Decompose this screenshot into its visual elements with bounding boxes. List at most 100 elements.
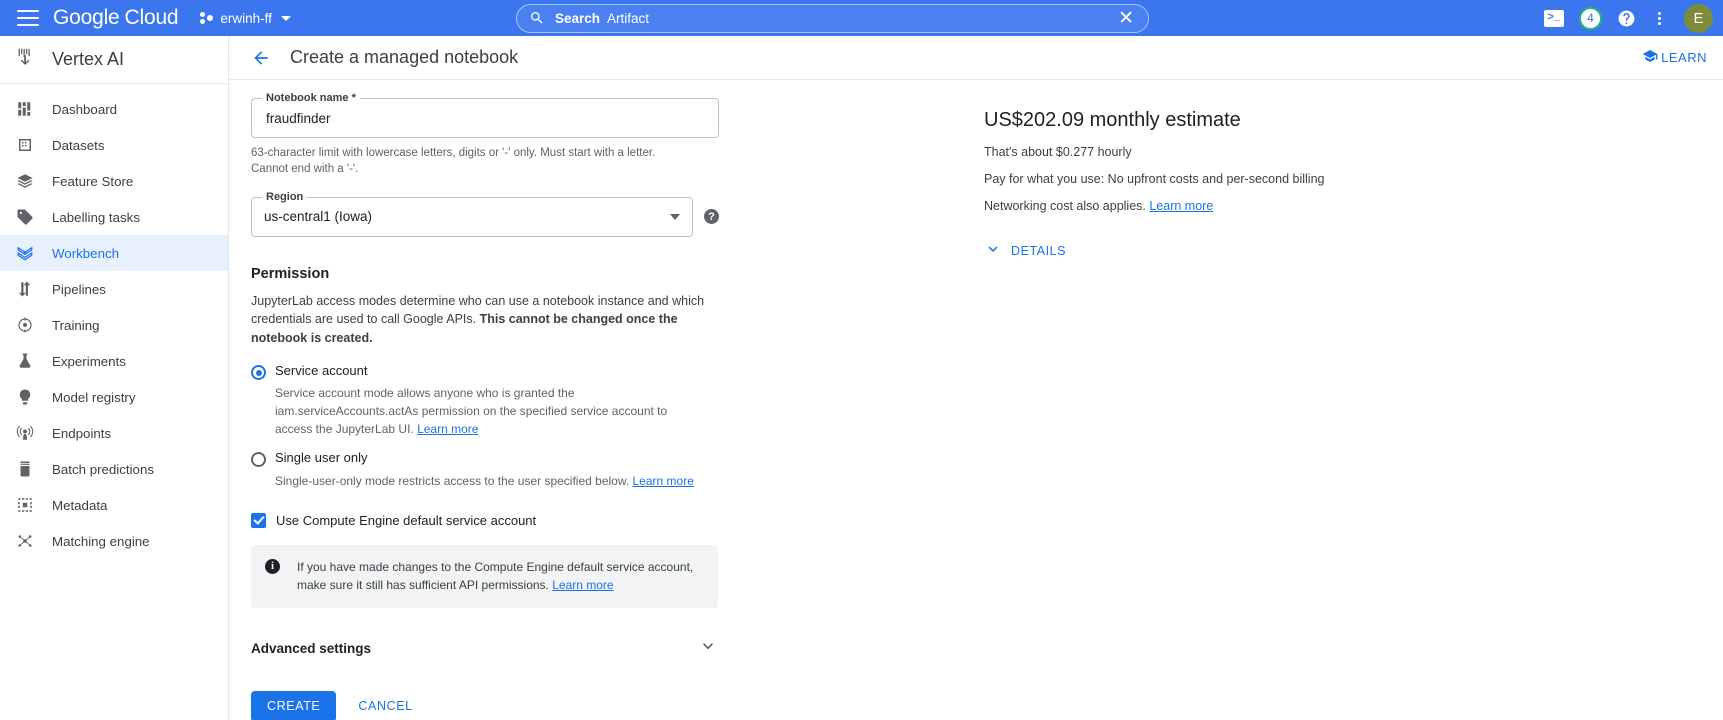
- sidebar-item-endpoints[interactable]: Endpoints: [0, 415, 228, 451]
- checkbox-label: Use Compute Engine default service accou…: [276, 513, 536, 528]
- radio-desc-single-user-only: Single-user-only mode restricts access t…: [275, 472, 707, 490]
- default-service-account-checkbox-row[interactable]: Use Compute Engine default service accou…: [251, 513, 719, 528]
- notebook-name-helper-text: 63-character limit with lowercase letter…: [251, 145, 691, 178]
- sidebar-item-feature-store[interactable]: Feature Store: [0, 163, 228, 199]
- cost-estimate-panel: US$202.09 monthly estimate That's about …: [719, 98, 1723, 720]
- top-bar-actions: >_ 4 E: [1544, 4, 1713, 33]
- project-name: erwinh-ff: [220, 11, 272, 26]
- sidebar-item-label: Matching engine: [52, 534, 150, 549]
- learn-more-link[interactable]: Learn more: [417, 422, 478, 436]
- terminal-icon[interactable]: >_: [1544, 10, 1564, 27]
- sidebar-item-matching-engine[interactable]: Matching engine: [0, 523, 228, 559]
- training-icon: [14, 316, 36, 334]
- chevron-down-icon: [670, 214, 680, 220]
- product-title: Vertex AI: [52, 49, 124, 70]
- sidebar-item-labelling-tasks[interactable]: Labelling tasks: [0, 199, 228, 235]
- radio-service-account[interactable]: [251, 365, 266, 380]
- app-shell: Vertex AI Dashboard Datasets Feature Sto…: [0, 36, 1723, 720]
- create-button[interactable]: CREATE: [251, 691, 336, 720]
- search-input[interactable]: Search Artifact: [555, 11, 1116, 26]
- search-query: Artifact: [607, 11, 649, 26]
- chevron-down-icon: [698, 636, 718, 661]
- project-icon: [200, 12, 214, 25]
- estimate-networking-line: Networking cost also applies. Learn more: [984, 199, 1723, 213]
- hamburger-menu-icon[interactable]: [17, 10, 39, 26]
- endpoints-icon: [14, 424, 36, 442]
- chevron-down-icon: [984, 240, 1002, 261]
- close-icon[interactable]: ✕: [1116, 9, 1136, 28]
- notebook-name-label: Notebook name *: [262, 92, 360, 104]
- learn-button[interactable]: LEARN: [1642, 48, 1707, 67]
- info-icon: i: [265, 559, 280, 574]
- notifications-badge[interactable]: 4: [1579, 7, 1602, 30]
- sidebar-item-model-registry[interactable]: Model registry: [0, 379, 228, 415]
- region-value: us-central1 (Iowa): [264, 209, 662, 224]
- page-header: Create a managed notebook LEARN: [229, 36, 1723, 80]
- more-vert-icon[interactable]: [1651, 12, 1667, 25]
- sidebar-item-batch-predictions[interactable]: Batch predictions: [0, 451, 228, 487]
- project-selector[interactable]: erwinh-ff: [200, 11, 291, 26]
- search-label: Search: [555, 11, 600, 26]
- estimate-title: US$202.09 monthly estimate: [984, 109, 1723, 132]
- permission-option-service-account[interactable]: Service account Service account mode all…: [251, 364, 719, 438]
- radio-desc-service-account: Service account mode allows anyone who i…: [275, 384, 707, 438]
- matching-engine-icon: [14, 532, 36, 550]
- permission-description: JupyterLab access modes determine who ca…: [251, 292, 709, 348]
- flask-icon: [14, 352, 36, 370]
- global-search-bar[interactable]: Search Artifact ✕: [516, 4, 1149, 33]
- vertex-ai-icon: [14, 46, 36, 73]
- sidebar-item-workbench[interactable]: Workbench: [0, 235, 228, 271]
- arrow-back-icon[interactable]: [251, 48, 271, 68]
- logo-google-text: Google: [53, 6, 120, 30]
- advanced-settings-toggle[interactable]: Advanced settings: [251, 636, 718, 661]
- permission-option-single-user[interactable]: Single user only Single-user-only mode r…: [251, 451, 719, 489]
- cancel-button[interactable]: CANCEL: [348, 691, 422, 720]
- metadata-icon: [14, 496, 36, 514]
- learn-more-link[interactable]: Learn more: [633, 474, 694, 488]
- terminal-glyph: >_: [1547, 13, 1560, 24]
- help-icon[interactable]: [1617, 9, 1636, 28]
- permission-heading: Permission: [251, 266, 719, 282]
- checkbox-use-default-service-account[interactable]: [251, 513, 266, 528]
- sidebar: Vertex AI Dashboard Datasets Feature Sto…: [0, 36, 229, 720]
- radio-label-service-account: Service account: [275, 364, 719, 378]
- sidebar-item-label: Training: [52, 318, 100, 333]
- notebook-form: Notebook name * 63-character limit with …: [229, 98, 719, 720]
- region-row: Region us-central1 (Iowa) ?: [251, 197, 719, 237]
- avatar[interactable]: E: [1684, 4, 1713, 33]
- form-actions: CREATE CANCEL: [251, 691, 719, 720]
- region-help-icon[interactable]: ?: [704, 209, 719, 224]
- sidebar-item-label: Endpoints: [52, 426, 111, 441]
- lightbulb-icon: [14, 388, 36, 406]
- search-icon: [529, 10, 545, 26]
- notebook-name-input[interactable]: [264, 110, 706, 127]
- learn-more-link[interactable]: Learn more: [1149, 199, 1213, 213]
- sidebar-item-label: Dashboard: [52, 102, 117, 117]
- learn-more-link[interactable]: Learn more: [552, 578, 613, 592]
- sidebar-item-experiments[interactable]: Experiments: [0, 343, 228, 379]
- page-body: Notebook name * 63-character limit with …: [229, 80, 1723, 720]
- sidebar-item-dashboard[interactable]: Dashboard: [0, 91, 228, 127]
- sidebar-item-label: Labelling tasks: [52, 210, 140, 225]
- sidebar-item-training[interactable]: Training: [0, 307, 228, 343]
- sidebar-item-label: Experiments: [52, 354, 126, 369]
- info-box-text: If you have made changes to the Compute …: [297, 560, 693, 593]
- sidebar-nav: Dashboard Datasets Feature Store Labelli…: [0, 84, 228, 559]
- radio-single-user-only[interactable]: [251, 452, 266, 467]
- chevron-down-icon: [281, 16, 291, 21]
- google-cloud-logo[interactable]: Google Cloud: [53, 6, 178, 30]
- batch-predictions-icon: [14, 460, 36, 478]
- sidebar-item-metadata[interactable]: Metadata: [0, 487, 228, 523]
- datasets-icon: [14, 136, 36, 154]
- sidebar-item-label: Model registry: [52, 390, 136, 405]
- notebook-name-field[interactable]: Notebook name *: [251, 98, 719, 138]
- pipelines-icon: [14, 280, 36, 298]
- layers-icon: [14, 172, 36, 190]
- region-select[interactable]: Region us-central1 (Iowa): [251, 197, 693, 237]
- details-toggle[interactable]: DETAILS: [984, 240, 1066, 261]
- sidebar-item-pipelines[interactable]: Pipelines: [0, 271, 228, 307]
- logo-cloud-text: Cloud: [125, 6, 179, 30]
- main-content: Create a managed notebook LEARN Notebook…: [229, 36, 1723, 720]
- sidebar-item-datasets[interactable]: Datasets: [0, 127, 228, 163]
- estimate-pay-line: Pay for what you use: No upfront costs a…: [984, 172, 1723, 186]
